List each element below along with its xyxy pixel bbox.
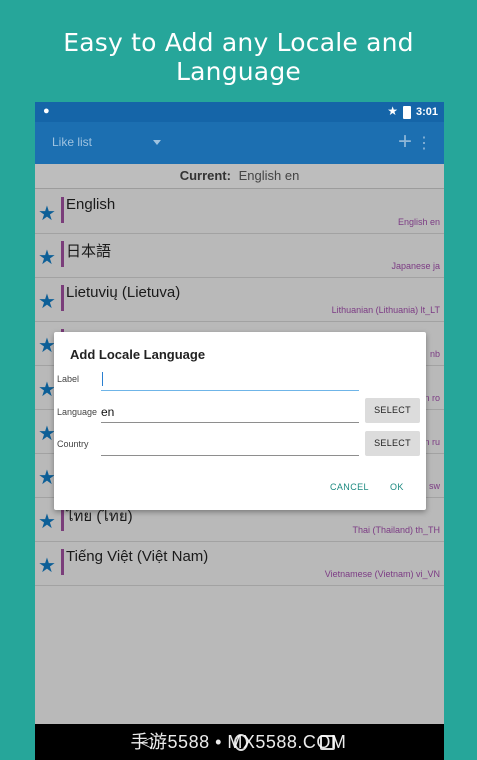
language-input[interactable]: [101, 402, 359, 423]
favorite-star-icon[interactable]: ★: [38, 289, 56, 314]
locale-code: n ro: [424, 393, 440, 403]
locale-code: English en: [397, 217, 440, 227]
country-input[interactable]: [101, 435, 359, 456]
locale-code: Thai (Thailand) th_TH: [352, 525, 440, 535]
select-language-button[interactable]: SELECT: [365, 398, 420, 423]
cancel-button[interactable]: CANCEL: [330, 482, 369, 492]
battery-icon: [403, 106, 411, 119]
star-icon: ★: [387, 104, 398, 118]
locale-code: n ru: [424, 437, 440, 447]
dialog-title: Add Locale Language: [70, 347, 206, 362]
locale-code: Vietnamese (Vietnam) vi_VN: [324, 569, 440, 579]
locale-name: 日本語: [66, 243, 112, 260]
country-field-label: Country: [57, 439, 89, 449]
list-item[interactable]: ★ Tiếng Việt (Việt Nam) Vietnamese (Viet…: [35, 542, 444, 586]
list-item[interactable]: ★ 日本語 Japanese ja: [35, 234, 444, 278]
label-input[interactable]: [101, 370, 359, 391]
action-bar: Like list + ⋮: [35, 122, 444, 164]
locale-code: Lithuanian (Lithuania) lt_LT: [331, 305, 440, 315]
row-accent-bar: [61, 285, 64, 311]
watermark-text: 手游5588 • MX5588.COM: [130, 732, 347, 752]
favorite-star-icon[interactable]: ★: [38, 553, 56, 578]
list-item[interactable]: ★ English English en: [35, 190, 444, 234]
text-cursor: [102, 372, 103, 386]
status-time: 3:01: [415, 106, 438, 118]
dropdown-caret-icon[interactable]: [153, 140, 161, 145]
status-bar: ● ★ 3:01: [35, 102, 444, 122]
promo-headline: Easy to Add any Locale and Language: [63, 28, 414, 86]
overflow-menu-icon[interactable]: ⋮: [416, 133, 432, 153]
favorite-star-icon[interactable]: ★: [38, 201, 56, 226]
add-icon[interactable]: +: [398, 128, 412, 156]
row-accent-bar: [61, 241, 64, 267]
list-spinner[interactable]: Like list: [52, 135, 92, 149]
locale-name: Tiếng Việt (Việt Nam): [66, 548, 209, 565]
favorite-star-icon[interactable]: ★: [38, 245, 56, 270]
add-locale-dialog: Add Locale Language Label Language SELEC…: [54, 332, 426, 510]
ok-button[interactable]: OK: [390, 482, 404, 492]
android-icon: ●: [43, 105, 50, 117]
current-label: Current:: [179, 168, 231, 183]
label-field-label: Label: [57, 374, 80, 384]
locale-code: nb: [429, 349, 440, 359]
language-field-label: Language: [57, 407, 98, 417]
list-item[interactable]: ★ Lietuvių (Lietuva) Lithuanian (Lithuan…: [35, 278, 444, 322]
row-accent-bar: [61, 197, 64, 223]
locale-code: Japanese ja: [391, 261, 440, 271]
favorite-star-icon[interactable]: ★: [38, 509, 56, 534]
locale-name: English: [66, 196, 116, 213]
select-country-button[interactable]: SELECT: [365, 431, 420, 456]
locale-code: sw: [429, 481, 440, 491]
row-accent-bar: [61, 549, 64, 575]
current-value: English en: [238, 168, 300, 183]
current-locale-bar: Current: English en: [35, 164, 444, 189]
locale-name: Lietuvių (Lietuva): [66, 284, 181, 301]
